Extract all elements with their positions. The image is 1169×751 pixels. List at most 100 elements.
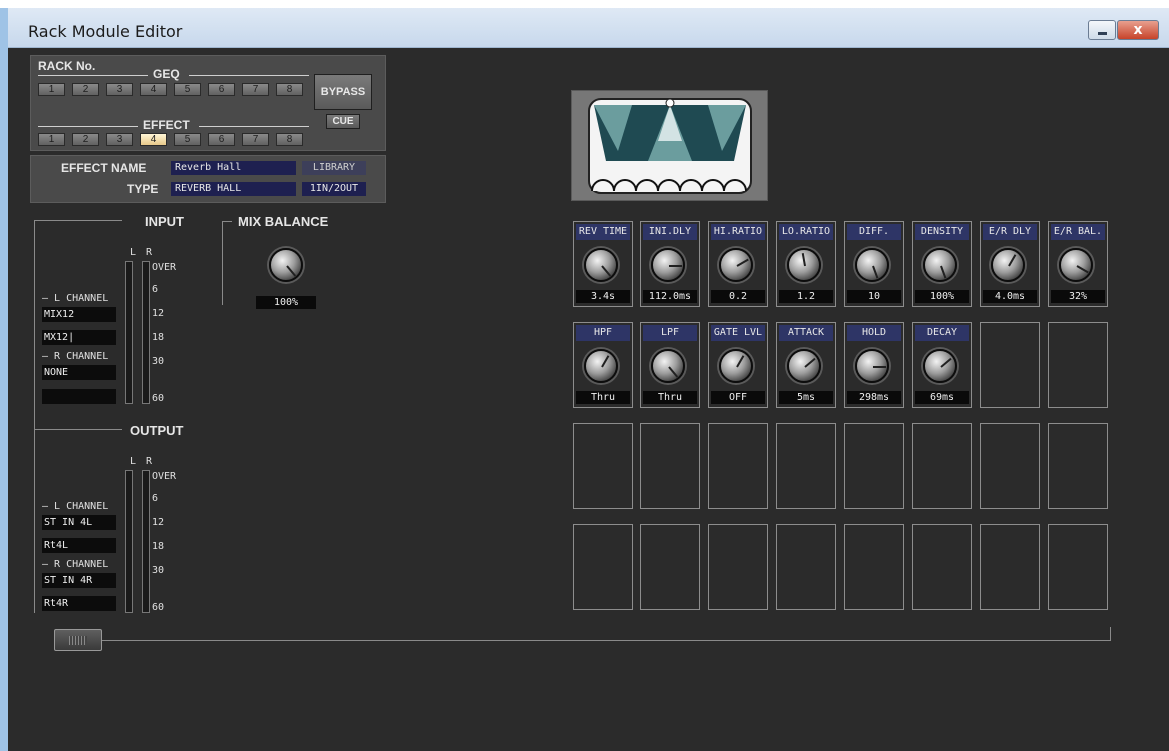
output-title: OUTPUT — [130, 423, 184, 438]
effect-button-7[interactable]: 7 — [242, 133, 269, 146]
geq-button-3[interactable]: 3 — [106, 83, 133, 96]
close-button[interactable]: x — [1117, 20, 1159, 40]
geq-button-4[interactable]: 4 — [140, 83, 167, 96]
empty-param-cell — [708, 423, 768, 509]
empty-param-cell — [912, 524, 972, 610]
geq-button-6[interactable]: 6 — [208, 83, 235, 96]
input-meter-scale-tick: 30 — [152, 356, 165, 367]
input-l-channel-field[interactable]: MIX12 — [42, 307, 116, 322]
empty-param-cell — [980, 524, 1040, 610]
param-knob[interactable] — [855, 248, 889, 282]
param-name: LO.RATIO — [779, 224, 833, 240]
io-config-field: 1IN/2OUT — [302, 182, 366, 196]
library-button[interactable]: LIBRARY — [302, 161, 366, 175]
param-knob[interactable] — [651, 248, 685, 282]
geq-button-1[interactable]: 1 — [38, 83, 65, 96]
param-name: HPF — [576, 325, 630, 341]
param-cell: REV TIME 3.4s — [573, 221, 633, 307]
input-meter-r — [142, 261, 150, 404]
param-knob[interactable] — [991, 248, 1025, 282]
effect-name-field[interactable]: Reverb Hall — [171, 161, 296, 175]
empty-param-cell — [573, 423, 633, 509]
param-name: HI.RATIO — [711, 224, 765, 240]
effect-name-panel: EFFECT NAME Reverb Hall LIBRARY TYPE REV… — [30, 155, 386, 203]
param-knob[interactable] — [651, 349, 685, 383]
rack-module-editor-window: Rack Module Editor x RACK No. GEQ EFFECT… — [0, 8, 1169, 751]
empty-param-cell — [844, 423, 904, 509]
output-r-channel-field-2[interactable]: Rt4R — [42, 596, 116, 611]
mix-balance-knob[interactable] — [269, 248, 303, 282]
title-bar[interactable]: Rack Module Editor x — [8, 8, 1169, 48]
input-l-channel-field-2[interactable]: MX12| — [42, 330, 116, 345]
effect-button-1[interactable]: 1 — [38, 133, 65, 146]
output-l-channel-field-2[interactable]: Rt4L — [42, 538, 116, 553]
param-cell: DENSITY 100% — [912, 221, 972, 307]
geq-button-8[interactable]: 8 — [276, 83, 303, 96]
param-knob[interactable] — [923, 349, 957, 383]
cue-button[interactable]: CUE — [326, 114, 360, 129]
input-meter-scale-tick: 60 — [152, 393, 165, 404]
reverb-hall-icon — [571, 90, 768, 201]
scrollbar-thumb[interactable] — [54, 629, 102, 651]
empty-param-cell — [844, 524, 904, 610]
param-knob[interactable] — [719, 248, 753, 282]
geq-button-2[interactable]: 2 — [72, 83, 99, 96]
minimize-button[interactable] — [1088, 20, 1116, 40]
editor-content: RACK No. GEQ EFFECT BYPASS CUE 123456781… — [8, 49, 1169, 751]
param-knob[interactable] — [719, 349, 753, 383]
param-knob[interactable] — [787, 248, 821, 282]
input-r-channel-field[interactable]: NONE — [42, 365, 116, 380]
output-r-channel-field[interactable]: ST IN 4R — [42, 573, 116, 588]
output-meter-r-label: R — [146, 456, 153, 467]
input-r-channel-field-2[interactable] — [42, 389, 116, 404]
empty-param-cell — [573, 524, 633, 610]
param-name: E/R DLY — [983, 224, 1037, 240]
param-name: HOLD — [847, 325, 901, 341]
effect-button-4[interactable]: 4 — [140, 133, 167, 146]
empty-param-cell — [776, 423, 836, 509]
effect-name-label: EFFECT NAME — [61, 161, 147, 175]
empty-param-cell — [708, 524, 768, 610]
effect-button-6[interactable]: 6 — [208, 133, 235, 146]
effect-button-3[interactable]: 3 — [106, 133, 133, 146]
effect-label: EFFECT — [143, 118, 190, 132]
param-name: DIFF. — [847, 224, 901, 240]
param-value: 0.2 — [711, 290, 765, 303]
param-knob[interactable] — [855, 349, 889, 383]
param-knob[interactable] — [923, 248, 957, 282]
empty-param-cell — [980, 423, 1040, 509]
input-l-channel-label: — L CHANNEL — [42, 293, 109, 304]
scrollbar-track[interactable] — [102, 640, 1111, 641]
output-meter-scale-tick: OVER — [152, 471, 177, 482]
empty-param-cell — [776, 524, 836, 610]
param-cell: LO.RATIO 1.2 — [776, 221, 836, 307]
output-l-channel-field[interactable]: ST IN 4L — [42, 515, 116, 530]
empty-param-cell — [1048, 322, 1108, 408]
output-meter-scale-tick: 12 — [152, 517, 165, 528]
param-value: Thru — [643, 391, 697, 404]
param-knob[interactable] — [584, 248, 618, 282]
param-knob[interactable] — [787, 349, 821, 383]
geq-button-5[interactable]: 5 — [174, 83, 201, 96]
effect-button-5[interactable]: 5 — [174, 133, 201, 146]
param-knob[interactable] — [584, 349, 618, 383]
input-meter-l — [125, 261, 133, 404]
param-value: 112.0ms — [643, 290, 697, 303]
param-knob[interactable] — [1059, 248, 1093, 282]
geq-button-7[interactable]: 7 — [242, 83, 269, 96]
param-cell: DIFF. 10 — [844, 221, 904, 307]
param-name: DENSITY — [915, 224, 969, 240]
mix-balance-value: 100% — [256, 296, 316, 309]
param-cell: INI.DLY 112.0ms — [640, 221, 700, 307]
effect-button-8[interactable]: 8 — [276, 133, 303, 146]
output-meter-l — [125, 470, 133, 613]
input-meter-scale-tick: OVER — [152, 262, 177, 273]
param-name: INI.DLY — [643, 224, 697, 240]
mix-balance-title: MIX BALANCE — [238, 214, 329, 229]
effect-button-2[interactable]: 2 — [72, 133, 99, 146]
rack-panel: RACK No. GEQ EFFECT BYPASS CUE 123456781… — [30, 55, 386, 151]
type-label: TYPE — [127, 182, 159, 196]
input-meter-r-label: R — [146, 247, 153, 258]
bypass-button[interactable]: BYPASS — [314, 74, 372, 110]
param-cell: GATE LVL OFF — [708, 322, 768, 408]
